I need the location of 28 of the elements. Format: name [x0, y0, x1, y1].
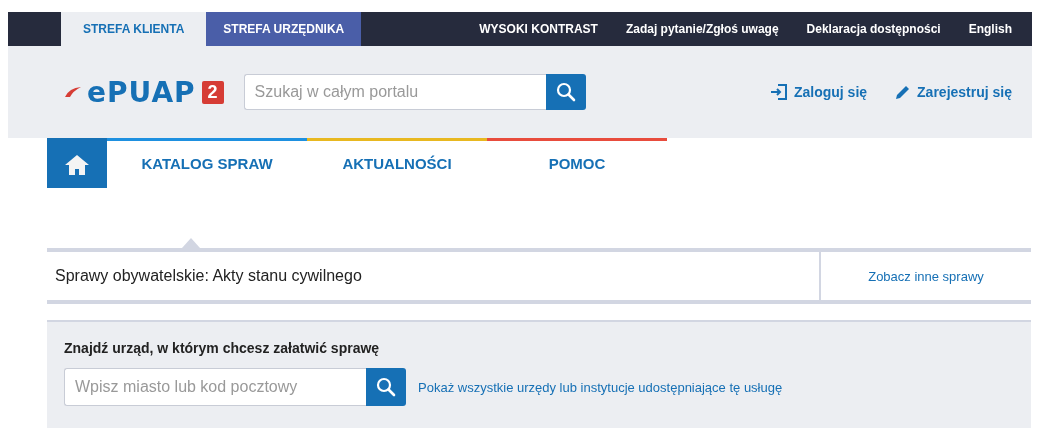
- login-link[interactable]: Zaloguj się: [769, 84, 868, 100]
- search-button[interactable]: [366, 368, 406, 406]
- page-title: Sprawy obywatelskie: Akty stanu cywilnego: [55, 267, 362, 285]
- top-link[interactable]: Deklaracja dostępności: [806, 22, 941, 36]
- search-button[interactable]: [545, 74, 586, 110]
- home-button[interactable]: [47, 138, 107, 188]
- logo-text: ePUAP: [87, 75, 196, 109]
- home-icon: [64, 153, 90, 176]
- zone-tab[interactable]: STREFA KLIENTA: [61, 12, 207, 46]
- top-link[interactable]: English: [968, 22, 1012, 36]
- logo-badge: 2: [201, 80, 224, 104]
- nav-tab[interactable]: KATALOG SPRAW: [107, 138, 307, 188]
- login-icon: [769, 84, 788, 100]
- nav-tab[interactable]: POMOC: [487, 138, 667, 188]
- all-offices-link[interactable]: Pokaż wszystkie urzędy lub instytucje udostępniające tę usługę: [418, 379, 783, 395]
- register-link[interactable]: Zarejestruj się: [895, 84, 1012, 100]
- top-link[interactable]: Zadaj pytanie/Zgłoś uwagę: [625, 22, 779, 36]
- other-cases-link[interactable]: Zobacz inne sprawy: [868, 268, 984, 284]
- search-field[interactable]: Szukaj w całym portalu: [243, 74, 546, 110]
- swoosh-icon: [65, 87, 81, 97]
- nav-tab[interactable]: AKTUALNOŚCI: [307, 138, 487, 188]
- search-icon: [555, 82, 576, 102]
- city-field[interactable]: Wpisz miasto lub kod pocztowy: [64, 368, 366, 406]
- section-heading: Znajdź urząd, w którym chcesz załatwić sprawę: [64, 340, 381, 356]
- top-link[interactable]: WYSOKI KONTRAST: [479, 22, 598, 36]
- zone-tab[interactable]: STREFA URZĘDNIKA: [206, 12, 362, 46]
- pencil-icon: [895, 84, 912, 100]
- search-icon: [376, 377, 396, 397]
